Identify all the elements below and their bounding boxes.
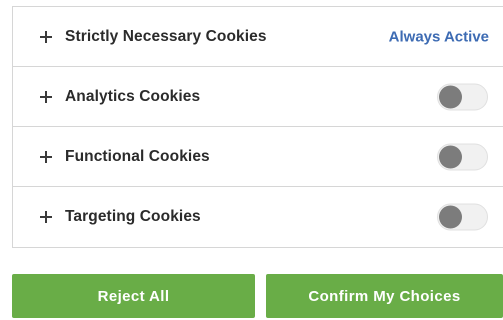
functional-toggle[interactable] <box>437 143 488 170</box>
cookie-category-analytics: Analytics Cookies <box>13 67 503 127</box>
plus-icon <box>40 30 52 43</box>
analytics-toggle[interactable] <box>437 83 488 110</box>
plus-icon <box>40 150 52 163</box>
plus-icon <box>40 90 52 103</box>
cookie-category-strictly-necessary: Strictly Necessary Cookies Always Active <box>13 7 503 67</box>
confirm-choices-button[interactable]: Confirm My Choices <box>266 274 503 318</box>
expand-analytics[interactable]: Analytics Cookies <box>13 67 200 126</box>
cookie-preferences: Strictly Necessary Cookies Always Active… <box>0 0 503 320</box>
toggle-knob <box>439 145 462 168</box>
reject-all-button[interactable]: Reject All <box>12 274 255 318</box>
expand-strictly-necessary[interactable]: Strictly Necessary Cookies <box>13 7 267 66</box>
expand-targeting[interactable]: Targeting Cookies <box>13 187 201 247</box>
category-label: Functional Cookies <box>65 147 210 165</box>
toggle-knob <box>439 85 462 108</box>
plus-icon <box>40 211 52 223</box>
category-label: Targeting Cookies <box>65 208 201 225</box>
targeting-toggle[interactable] <box>437 203 488 231</box>
cookie-category-list: Strictly Necessary Cookies Always Active… <box>12 6 503 248</box>
always-active-status: Always Active <box>388 28 489 45</box>
category-label: Analytics Cookies <box>65 87 201 105</box>
category-label: Strictly Necessary Cookies <box>65 27 267 45</box>
expand-functional[interactable]: Functional Cookies <box>13 127 210 186</box>
toggle-knob <box>439 205 462 229</box>
cookie-category-targeting: Targeting Cookies <box>13 187 503 247</box>
cookie-category-functional: Functional Cookies <box>13 127 503 187</box>
